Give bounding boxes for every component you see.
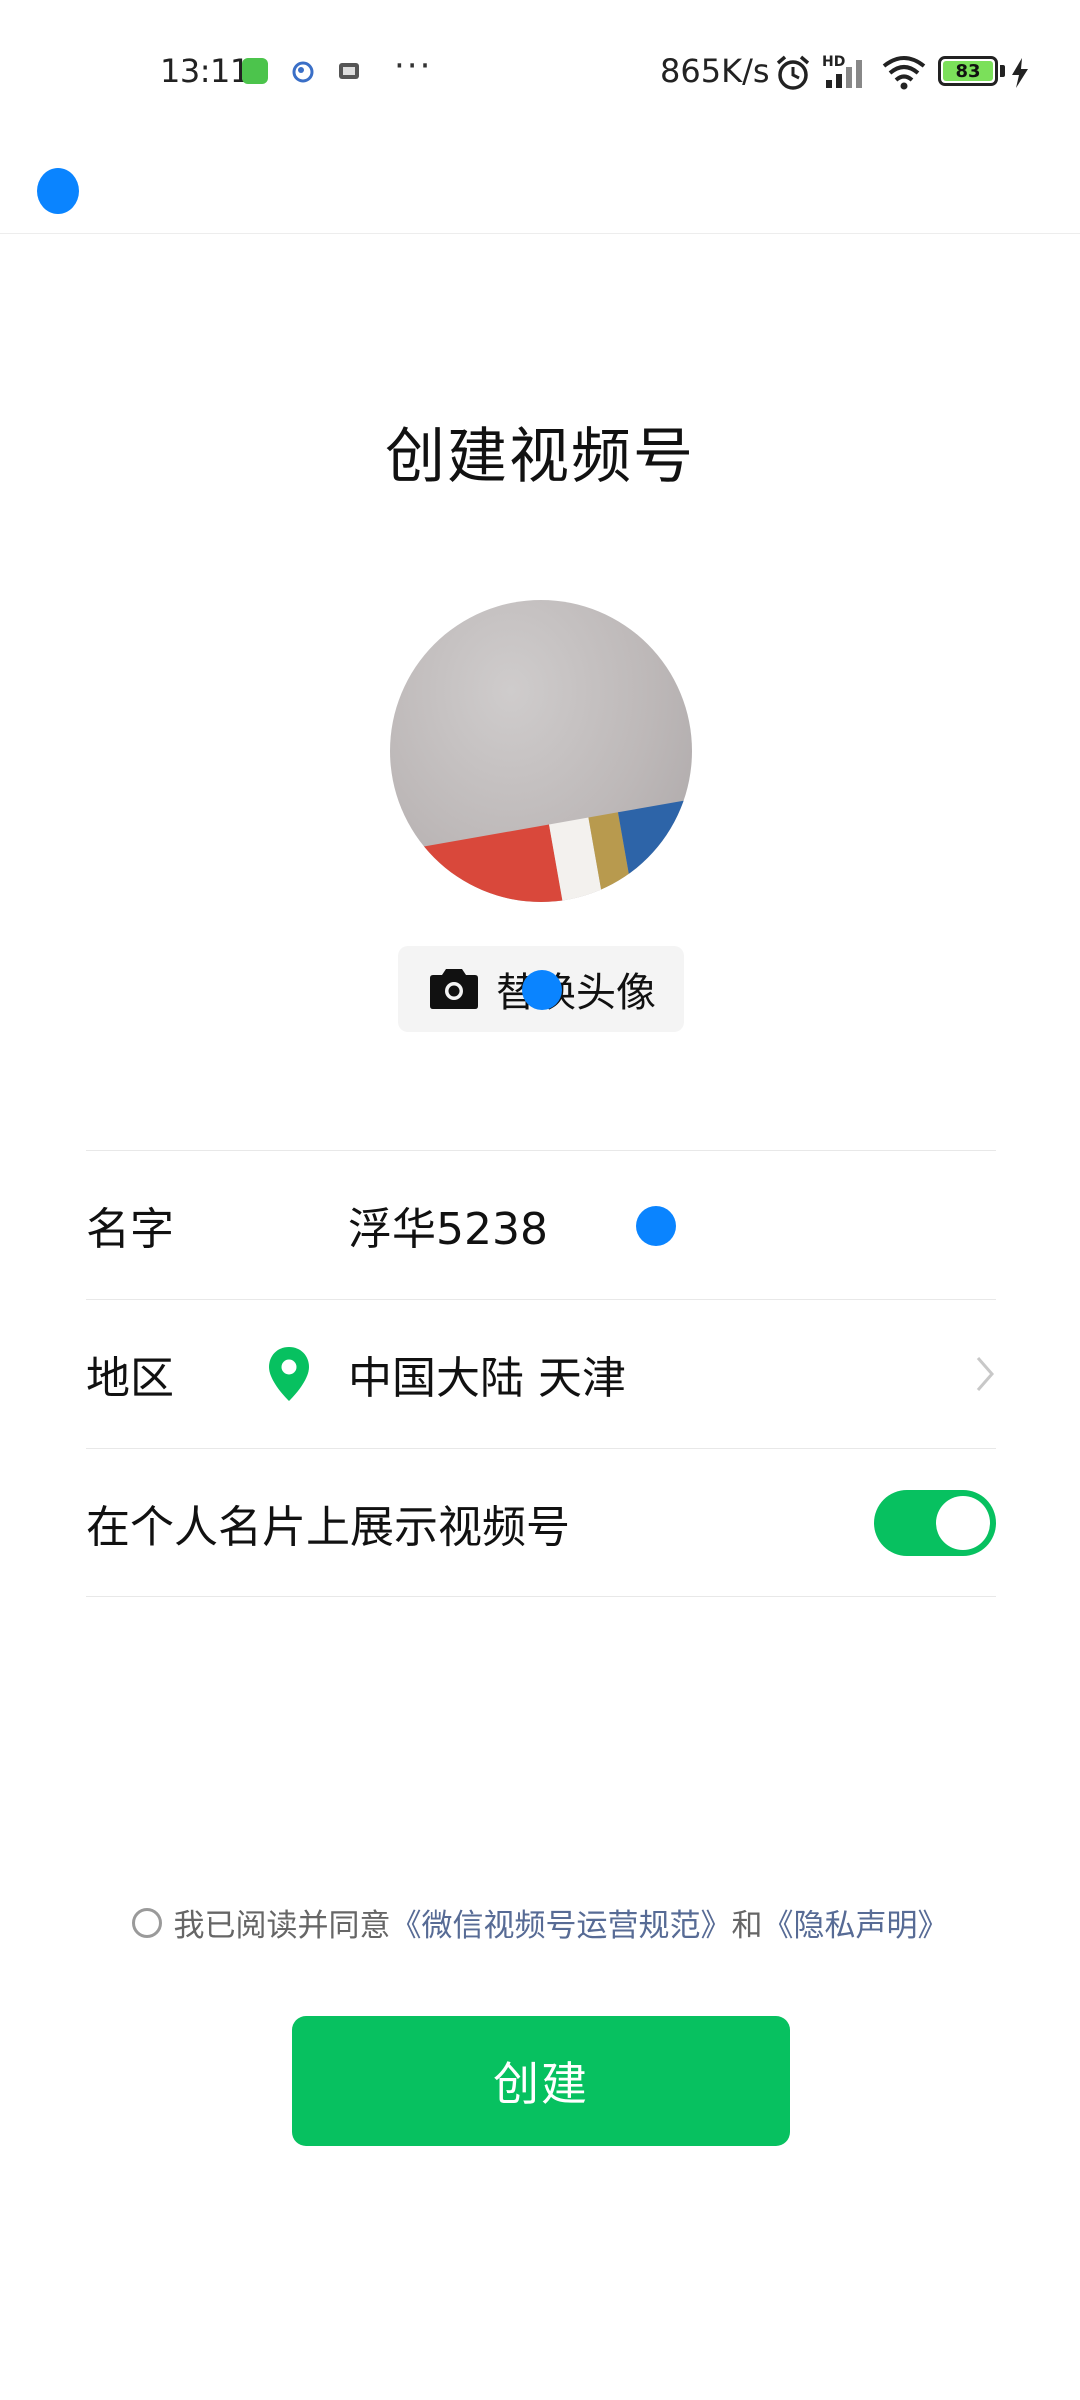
change-avatar-label: 替换头像 [496, 970, 656, 1016]
camera-icon [430, 969, 478, 1009]
agreement-row: 我已阅读并同意 《微信视频号运营规范》 和 《隐私声明》 [0, 1900, 1080, 1945]
show-on-card-row: 在个人名片上展示视频号 [86, 1448, 996, 1597]
agreement-prefix: 我已阅读并同意 [173, 1908, 391, 1944]
alarm-icon [776, 55, 810, 90]
avatar-photo-content [411, 793, 692, 902]
status-bar: 13:11 ··· 865K/s HD 83 [0, 0, 1080, 150]
name-row[interactable]: 名字 浮华5238 [86, 1150, 996, 1299]
wechat-app-icon [242, 58, 268, 84]
operation-rules-link[interactable]: 《微信视频号运营规范》 [391, 1900, 732, 1945]
toggle-knob [936, 1495, 990, 1550]
avatar[interactable] [390, 600, 692, 902]
agreement-checkbox[interactable] [131, 1907, 162, 1938]
page-title: 创建视频号 [385, 422, 695, 492]
name-label: 名字 [86, 1204, 174, 1255]
top-nav-bar [0, 150, 1080, 234]
charging-icon [1012, 58, 1028, 88]
wifi-icon [882, 56, 926, 90]
network-speed: 865K/s [660, 52, 770, 90]
battery-icon: 83 [938, 56, 998, 86]
name-input[interactable]: 浮华5238 [348, 1193, 548, 1257]
location-pin-icon [269, 1347, 309, 1401]
more-notifications-icon: ··· [394, 46, 433, 86]
touch-indicator [636, 1206, 676, 1246]
chevron-right-icon [976, 1357, 994, 1391]
signal-icon [826, 60, 862, 88]
agreement-conjunction: 和 [731, 1908, 763, 1944]
app-icon [292, 61, 314, 83]
touch-indicator [522, 970, 562, 1010]
show-on-card-toggle[interactable] [874, 1489, 996, 1556]
back-button-touch-indicator[interactable] [37, 168, 79, 214]
show-on-card-label: 在个人名片上展示视频号 [86, 1501, 570, 1553]
create-button[interactable]: 创建 [292, 2016, 790, 2146]
region-label: 地区 [86, 1353, 174, 1404]
region-row[interactable]: 地区 中国大陆 天津 [86, 1299, 996, 1448]
battery-tip [1000, 65, 1005, 77]
app-icon [339, 63, 359, 79]
battery-level: 83 [943, 61, 993, 82]
privacy-statement-link[interactable]: 《隐私声明》 [763, 1900, 949, 1945]
region-value: 中国大陆 天津 [348, 1353, 626, 1404]
status-time: 13:11 [160, 52, 250, 90]
profile-form: 名字 浮华5238 地区 中国大陆 天津 在个人名片上展示视频号 [86, 1150, 996, 1597]
